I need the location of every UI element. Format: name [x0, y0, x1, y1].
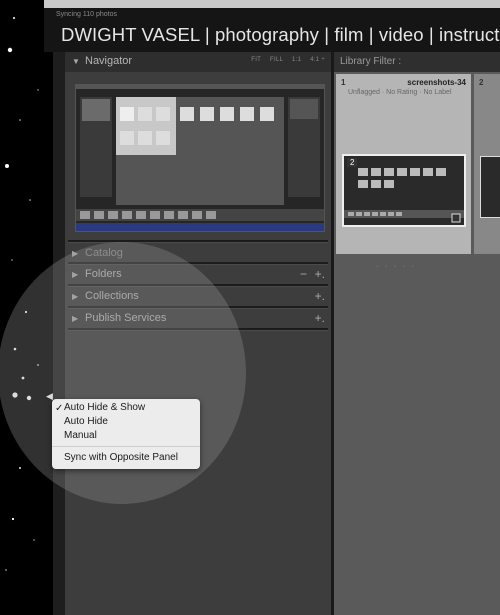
publish-services-label: Publish Services [85, 312, 167, 324]
add-publish-service-button[interactable]: +. [315, 311, 325, 325]
navigator-label: Navigator [85, 55, 133, 67]
catalog-label: Catalog [85, 247, 123, 259]
collections-header[interactable]: ▶ Collections +. [65, 287, 331, 307]
library-filter-bar[interactable]: Library Filter : [334, 52, 500, 72]
photo-thumbnail[interactable]: 2 [342, 154, 466, 227]
publish-services-header[interactable]: ▶ Publish Services +. [65, 309, 331, 329]
zoom-mode-fit[interactable]: FIT [251, 57, 261, 63]
left-panel: ▼ Navigator FIT FILL 1:1 4:1 ÷ ▶ Catalog… [65, 52, 331, 615]
navigator-header[interactable]: ▼ Navigator FIT FILL 1:1 4:1 ÷ [65, 52, 331, 72]
triangle-right-icon: ▶ [72, 292, 79, 301]
identity-plate: DWIGHT VASEL | photography | film | vide… [61, 24, 500, 45]
cell-index: 2 [479, 78, 484, 87]
photo-thumbnail[interactable] [480, 156, 500, 218]
cell-metadata: Unflagged · No Rating · No Label [348, 89, 452, 96]
sync-status: Syncing 110 photos [56, 11, 117, 18]
menu-item-manual[interactable]: Manual [64, 430, 97, 441]
lightroom-window: Syncing 110 photos DWIGHT VASEL | photog… [44, 0, 500, 615]
library-grid: Library Filter : 1 screenshots-34 Unflag… [334, 52, 500, 615]
library-filter-label: Library Filter : [340, 56, 402, 67]
grid-cell[interactable]: 1 screenshots-34 Unflagged · No Rating ·… [336, 74, 471, 271]
cell-filename: screenshots-34 [407, 78, 466, 87]
checkmark-icon: ✓ [55, 403, 64, 414]
panel-edge-strip [53, 52, 65, 615]
cell-rating-dots[interactable]: ••••• [376, 262, 420, 271]
zoom-mode-1-1[interactable]: 1:1 [292, 57, 301, 63]
identity-plate-bar: Syncing 110 photos DWIGHT VASEL | photog… [44, 8, 500, 52]
triangle-right-icon: ▶ [72, 314, 79, 323]
panel-hide-context-menu: ✓ Auto Hide & Show Auto Hide Manual Sync… [52, 399, 200, 469]
catalog-header[interactable]: ▶ Catalog [65, 244, 331, 264]
remove-folder-button[interactable]: − [300, 267, 307, 281]
navigator-thumbnail-image [76, 85, 324, 231]
menu-item-sync-opposite-panel[interactable]: Sync with Opposite Panel [64, 452, 178, 463]
window-top-strip [44, 0, 500, 8]
folders-label: Folders [85, 268, 122, 280]
triangle-right-icon: ▶ [72, 270, 79, 279]
menu-item-auto-hide[interactable]: Auto Hide [64, 416, 108, 427]
panel-separator [68, 328, 328, 331]
navigator-zoom-modes: FIT FILL 1:1 4:1 ÷ [244, 57, 325, 63]
cell-index: 1 [341, 78, 346, 87]
panel-separator [68, 240, 328, 243]
thumb-badge: 2 [347, 158, 358, 167]
navigator-preview[interactable] [75, 84, 325, 232]
menu-separator [52, 446, 200, 447]
thumbnail-screenshot-image [344, 168, 464, 223]
collections-label: Collections [85, 290, 139, 302]
triangle-right-icon: ▶ [72, 249, 79, 258]
add-collection-button[interactable]: +. [315, 289, 325, 303]
folders-header[interactable]: ▶ Folders − +. [65, 265, 331, 285]
zoom-mode-fill[interactable]: FILL [270, 57, 283, 63]
menu-item-auto-hide-show[interactable]: Auto Hide & Show [64, 402, 145, 413]
triangle-down-icon: ▼ [72, 57, 80, 66]
zoom-mode-4-1[interactable]: 4:1 ÷ [310, 57, 325, 63]
grid-cell[interactable]: 2 [474, 74, 500, 254]
add-folder-button[interactable]: +. [315, 267, 325, 281]
